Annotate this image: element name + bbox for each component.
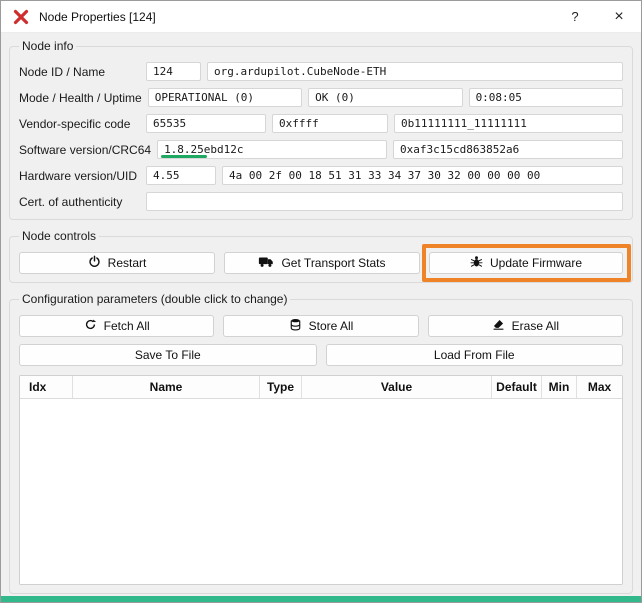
vendor-code-row: Vendor-specific code 65535 0xffff 0b1111… [19,114,623,133]
col-header-type[interactable]: Type [260,376,302,398]
mode-field[interactable]: OPERATIONAL (0) [148,88,302,107]
health-field[interactable]: OK (0) [308,88,462,107]
close-button[interactable]: × [597,1,641,32]
status-bar [1,596,641,602]
load-from-file-button[interactable]: Load From File [326,344,624,366]
hardware-version-row: Hardware version/UID 4.55 4a 00 2f 00 18… [19,166,623,185]
config-buttons-row-2: Save To File Load From File [19,344,623,366]
node-info-group: Node info Node ID / Name 124 org.ardupil… [9,39,633,220]
config-params-title: Configuration parameters (double click t… [19,292,290,306]
bug-icon [470,255,483,271]
parameters-table-header: Idx Name Type Value Default Min Max [20,376,622,399]
load-from-file-button-label: Load From File [434,348,515,362]
uid-field[interactable]: 4a 00 2f 00 18 51 31 33 34 37 30 32 00 0… [222,166,623,185]
update-firmware-wrap: Update Firmware [429,252,623,274]
store-all-button-label: Store All [309,319,354,333]
get-transport-stats-button[interactable]: Get Transport Stats [224,252,420,274]
node-controls-title: Node controls [19,229,99,243]
col-header-min[interactable]: Min [542,376,577,398]
update-firmware-button[interactable]: Update Firmware [429,252,623,274]
node-id-row: Node ID / Name 124 org.ardupilot.CubeNod… [19,62,623,81]
software-version-row: Software version/CRC64 1.8.25ebd12c 0xaf… [19,140,623,159]
truck-icon [258,255,274,271]
node-info-title: Node info [19,39,76,53]
fetch-all-button-label: Fetch All [104,319,150,333]
store-all-button[interactable]: Store All [223,315,418,337]
help-button[interactable]: ? [553,1,597,32]
vendor-code-hex-field[interactable]: 0xffff [272,114,388,133]
save-to-file-button-label: Save To File [135,348,201,362]
node-properties-window: Node Properties [124] ? × Node info Node… [0,0,642,603]
hardware-version-field[interactable]: 4.55 [146,166,216,185]
vendor-code-bin-field[interactable]: 0b11111111_11111111 [394,114,623,133]
power-icon [88,255,101,271]
version-underline-annotation [161,155,207,158]
update-firmware-button-label: Update Firmware [490,256,582,270]
node-controls-group: Node controls Restart [9,229,633,283]
eraser-icon [492,318,505,334]
fetch-all-button[interactable]: Fetch All [19,315,214,337]
col-header-name[interactable]: Name [73,376,260,398]
config-params-group: Configuration parameters (double click t… [9,292,633,594]
vendor-code-dec-field[interactable]: 65535 [146,114,266,133]
parameters-table-body[interactable] [20,399,622,584]
cert-row: Cert. of authenticity [19,192,623,211]
col-header-max[interactable]: Max [577,376,622,398]
col-header-default[interactable]: Default [492,376,542,398]
restart-button-label: Restart [108,256,147,270]
col-header-value[interactable]: Value [302,376,492,398]
node-id-label: Node ID / Name [19,65,140,79]
mode-health-uptime-label: Mode / Health / Uptime [19,91,142,105]
get-transport-stats-button-label: Get Transport Stats [281,256,385,270]
software-version-label: Software version/CRC64 [19,143,151,157]
node-name-field[interactable]: org.ardupilot.CubeNode-ETH [207,62,623,81]
app-icon [13,9,29,25]
node-id-field[interactable]: 124 [146,62,201,81]
node-controls-row: Restart Get Transport Stats [19,252,623,274]
cert-field[interactable] [146,192,623,211]
erase-all-button[interactable]: Erase All [428,315,623,337]
config-buttons-row-1: Fetch All Store All [19,315,623,337]
database-icon [289,318,302,334]
erase-all-button-label: Erase All [512,319,559,333]
software-version-field[interactable]: 1.8.25ebd12c [157,140,387,159]
uptime-field[interactable]: 0:08:05 [469,88,623,107]
dialog-body: Node info Node ID / Name 124 org.ardupil… [1,33,641,594]
hardware-version-label: Hardware version/UID [19,169,140,183]
parameters-table: Idx Name Type Value Default Min Max [19,375,623,585]
crc64-field[interactable]: 0xaf3c15cd863852a6 [393,140,623,159]
titlebar[interactable]: Node Properties [124] ? × [1,1,641,33]
mode-health-uptime-row: Mode / Health / Uptime OPERATIONAL (0) O… [19,88,623,107]
vendor-code-label: Vendor-specific code [19,117,140,131]
window-title: Node Properties [124] [39,10,553,24]
cert-label: Cert. of authenticity [19,195,140,209]
col-header-idx[interactable]: Idx [20,376,73,398]
restart-button[interactable]: Restart [19,252,215,274]
refresh-icon [84,318,97,334]
save-to-file-button[interactable]: Save To File [19,344,317,366]
